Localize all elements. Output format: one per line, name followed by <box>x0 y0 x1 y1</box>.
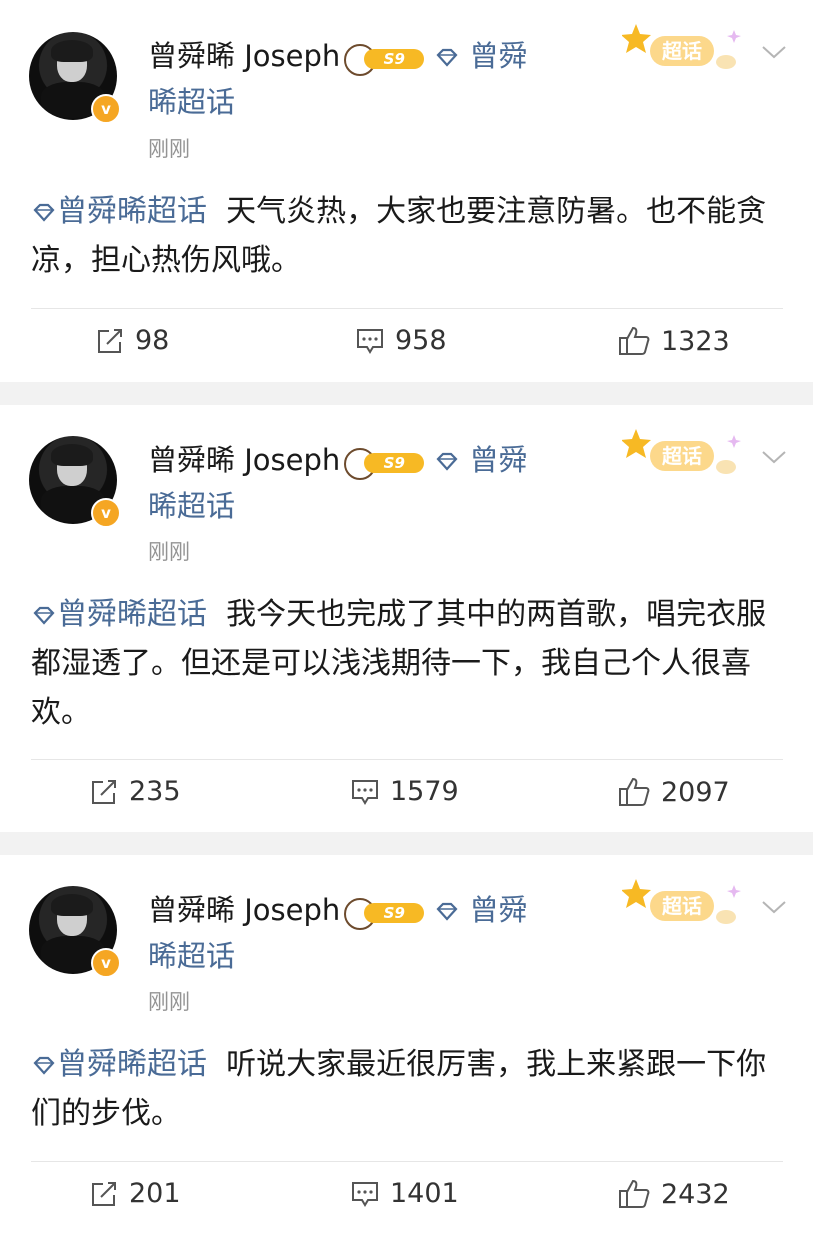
diamond-icon <box>33 203 55 222</box>
comment-button[interactable]: 1401 <box>350 1178 459 1209</box>
post-time: 刚刚 <box>148 137 190 161</box>
comment-icon <box>352 1181 378 1207</box>
comment-icon <box>357 328 383 354</box>
verified-badge: v <box>91 94 121 124</box>
super-topic-badge[interactable]: 超话 <box>622 18 742 78</box>
topic-link[interactable]: 曾舜 <box>469 443 527 477</box>
verified-badge: v <box>91 948 121 978</box>
thumbs-up-icon <box>619 777 650 806</box>
divider <box>31 1161 783 1162</box>
avatar[interactable]: v <box>29 886 121 978</box>
topic-tag[interactable]: 曾舜晞超话 <box>57 597 207 632</box>
avatar[interactable]: v <box>29 32 121 124</box>
thumbs-up-icon <box>619 1179 650 1208</box>
post-card[interactable]: v 曾舜晞 Joseph S9 曾舜 晞超话 刚刚 超话 曾舜晞超话 听说大家最近… <box>0 855 813 1237</box>
post-time: 刚刚 <box>148 990 190 1014</box>
repost-button[interactable]: 98 <box>95 325 169 356</box>
super-topic-badge[interactable]: 超话 <box>622 423 742 483</box>
author-name[interactable]: 曾舜晞 Joseph <box>148 39 340 73</box>
svg-text:超话: 超话 <box>661 39 702 63</box>
svg-text:超话: 超话 <box>661 894 702 918</box>
diamond-icon <box>436 452 458 471</box>
topic-link[interactable]: 曾舜 <box>469 39 527 73</box>
author-name[interactable]: 曾舜晞 Joseph <box>148 443 340 477</box>
divider <box>31 759 783 760</box>
like-button[interactable]: 1323 <box>617 325 730 357</box>
post-body: 曾舜晞超话 天气炎热，大家也要注意防暑。也不能贪凉，担心热伤风哦。 <box>31 187 783 285</box>
diamond-icon <box>33 606 55 625</box>
repost-icon <box>98 328 122 353</box>
verified-badge: v <box>91 498 121 528</box>
avatar[interactable]: v <box>29 436 121 528</box>
topic-link-cont[interactable]: 晞超话 <box>148 933 448 979</box>
repost-button[interactable]: 235 <box>89 776 181 807</box>
thumbs-up-icon <box>619 326 650 355</box>
like-button[interactable]: 2097 <box>617 776 730 808</box>
comment-button[interactable]: 1579 <box>350 776 459 807</box>
repost-icon <box>92 779 116 804</box>
topic-link-cont[interactable]: 晞超话 <box>148 79 448 125</box>
diamond-icon <box>436 902 458 921</box>
chevron-down-icon[interactable] <box>760 447 788 467</box>
author-name[interactable]: 曾舜晞 Joseph <box>148 893 340 927</box>
repost-button[interactable]: 201 <box>89 1178 181 1209</box>
topic-link[interactable]: 曾舜 <box>469 893 527 927</box>
level-badge: S9 <box>344 898 426 930</box>
divider <box>31 308 783 309</box>
topic-tag[interactable]: 曾舜晞超话 <box>57 194 207 229</box>
svg-text:超话: 超话 <box>661 444 702 468</box>
like-button[interactable]: 2432 <box>617 1178 730 1210</box>
post-card[interactable]: v 曾舜晞 Joseph S9 曾舜 晞超话 刚刚 超话 曾舜晞超话 天气炎热，大… <box>0 0 813 382</box>
level-badge: S9 <box>344 448 426 480</box>
topic-link-cont[interactable]: 晞超话 <box>148 483 448 529</box>
diamond-icon <box>436 48 458 67</box>
chevron-down-icon[interactable] <box>760 897 788 917</box>
comment-button[interactable]: 958 <box>355 325 447 356</box>
diamond-icon <box>33 1056 55 1075</box>
repost-icon <box>92 1181 116 1206</box>
comment-icon <box>352 779 378 805</box>
super-topic-badge[interactable]: 超话 <box>622 873 742 933</box>
post-time: 刚刚 <box>148 540 190 564</box>
chevron-down-icon[interactable] <box>760 42 788 62</box>
topic-tag[interactable]: 曾舜晞超话 <box>57 1047 207 1082</box>
author-line: 曾舜晞 Joseph S9 曾舜 <box>148 437 568 483</box>
post-card[interactable]: v 曾舜晞 Joseph S9 曾舜 晞超话 刚刚 超话 曾舜晞超话 我今天也完成… <box>0 405 813 832</box>
post-body: 曾舜晞超话 听说大家最近很厉害，我上来紧跟一下你们的步伐。 <box>31 1040 783 1138</box>
author-line: 曾舜晞 Joseph S9 曾舜 <box>148 33 568 79</box>
author-line: 曾舜晞 Joseph S9 曾舜 <box>148 887 568 933</box>
level-badge: S9 <box>344 44 426 76</box>
post-body: 曾舜晞超话 我今天也完成了其中的两首歌，唱完衣服都湿透了。但还是可以浅浅期待一下… <box>31 590 783 737</box>
